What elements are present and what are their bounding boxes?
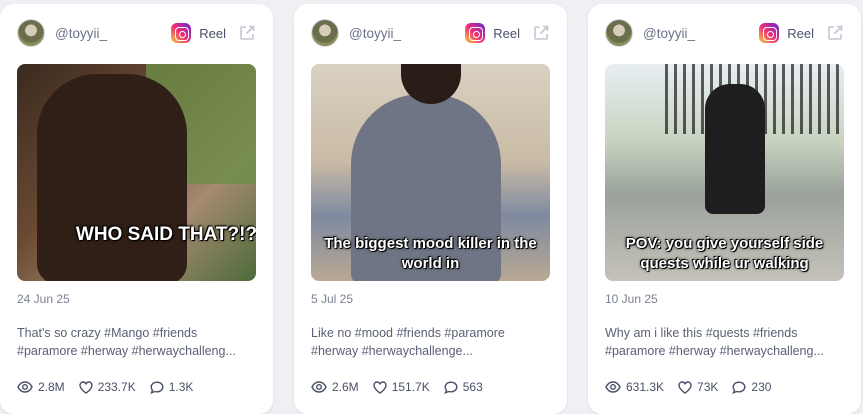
likes-count: 151.7K bbox=[391, 380, 430, 394]
comments-count: 563 bbox=[462, 380, 483, 394]
reel-label: Reel bbox=[493, 25, 520, 41]
views-count: 2.8M bbox=[38, 380, 65, 394]
comments-stat: 230 bbox=[732, 380, 771, 394]
post-date: 5 Jul 25 bbox=[311, 292, 354, 306]
views-count: 2.6M bbox=[332, 380, 359, 394]
card-header: @toyyii_ Reel bbox=[605, 18, 844, 48]
post-date: 10 Jun 25 bbox=[605, 292, 658, 306]
comments-count: 230 bbox=[751, 380, 772, 394]
stats-row: 2.6M 151.7K 563 bbox=[311, 378, 553, 396]
instagram-icon bbox=[171, 23, 192, 43]
stats-row: 2.8M 233.7K 1.3K bbox=[17, 378, 259, 396]
comment-icon bbox=[150, 380, 164, 394]
reel-label: Reel bbox=[787, 25, 814, 41]
eye-icon bbox=[17, 381, 33, 393]
eye-icon bbox=[311, 381, 327, 393]
post-date: 24 Jun 25 bbox=[17, 292, 70, 306]
video-caption-overlay: WHO SAID THAT?!? bbox=[75, 224, 256, 245]
reel-thumbnail[interactable]: The biggest mood killer in the world in bbox=[311, 64, 550, 281]
likes-stat: 73K bbox=[678, 380, 718, 394]
instagram-icon bbox=[759, 23, 780, 43]
reel-label: Reel bbox=[199, 25, 226, 41]
views-count: 631.3K bbox=[626, 380, 665, 394]
reel-thumbnail[interactable]: POV: you give yourself side quests while… bbox=[605, 64, 844, 281]
stats-row: 631.3K 73K 230 bbox=[605, 378, 847, 396]
post-description: That's so crazy #Mango #friends #paramor… bbox=[17, 326, 236, 358]
external-link-icon[interactable] bbox=[238, 24, 256, 42]
avatar[interactable] bbox=[17, 19, 45, 47]
heart-icon bbox=[78, 380, 93, 394]
heart-icon bbox=[372, 380, 387, 394]
reel-card[interactable]: @toyyii_ Reel WHO SAID THAT?!? 24 Jun 25… bbox=[0, 4, 273, 414]
avatar[interactable] bbox=[605, 19, 633, 47]
post-description: Why am i like this #quests #friends #par… bbox=[605, 326, 824, 358]
comments-stat: 563 bbox=[444, 380, 483, 394]
video-caption-overlay: POV: you give yourself side quests while… bbox=[625, 235, 824, 272]
views-stat: 2.6M bbox=[311, 380, 359, 394]
comment-icon bbox=[444, 380, 458, 394]
external-link-icon[interactable] bbox=[826, 24, 844, 42]
views-stat: 2.8M bbox=[17, 380, 65, 394]
card-header: @toyyii_ Reel bbox=[311, 18, 550, 48]
card-header: @toyyii_ Reel bbox=[17, 18, 256, 48]
likes-stat: 151.7K bbox=[372, 380, 430, 394]
eye-icon bbox=[605, 381, 621, 393]
author-handle[interactable]: @toyyii_ bbox=[55, 26, 171, 41]
reel-card[interactable]: @toyyii_ Reel The biggest mood killer in… bbox=[294, 4, 567, 414]
reel-card[interactable]: @toyyii_ Reel POV: you give yourself sid… bbox=[588, 4, 861, 414]
comments-count: 1.3K bbox=[168, 380, 194, 394]
author-handle[interactable]: @toyyii_ bbox=[643, 26, 759, 41]
external-link-icon[interactable] bbox=[532, 24, 550, 42]
avatar[interactable] bbox=[311, 19, 339, 47]
comments-stat: 1.3K bbox=[150, 380, 194, 394]
comment-icon bbox=[732, 380, 746, 394]
views-stat: 631.3K bbox=[605, 380, 664, 394]
author-handle[interactable]: @toyyii_ bbox=[349, 26, 465, 41]
person-figure bbox=[705, 84, 765, 214]
person-figure bbox=[37, 74, 187, 281]
likes-stat: 233.7K bbox=[78, 380, 136, 394]
heart-icon bbox=[678, 380, 692, 394]
likes-count: 73K bbox=[697, 380, 719, 394]
reel-thumbnail[interactable]: WHO SAID THAT?!? bbox=[17, 64, 256, 281]
video-caption-overlay: The biggest mood killer in the world in bbox=[324, 235, 537, 272]
post-description: Like no #mood #friends #paramore #herway… bbox=[311, 326, 505, 358]
instagram-icon bbox=[465, 23, 486, 43]
likes-count: 233.7K bbox=[97, 380, 136, 394]
